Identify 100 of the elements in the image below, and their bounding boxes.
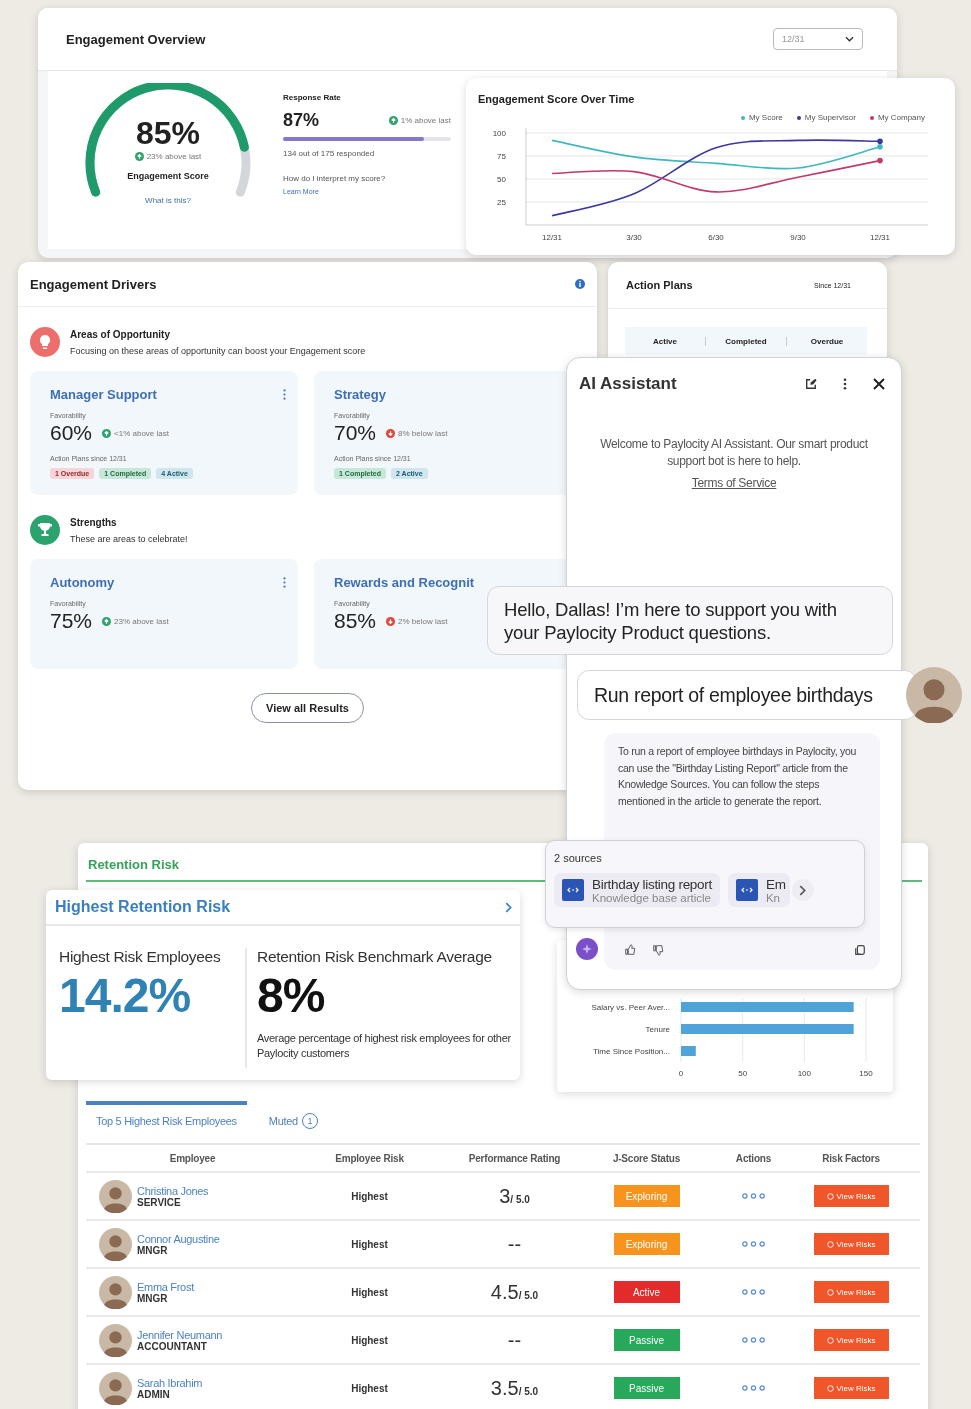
- circle-icon: [826, 1336, 834, 1344]
- section-title: Strengths: [70, 516, 118, 528]
- rating-cell-text: 4.5/ 5.0: [489, 1280, 540, 1304]
- card-title: Action Plans: [626, 279, 693, 291]
- trophy-icon: [30, 515, 60, 545]
- trend-text: <1% above last: [114, 428, 169, 438]
- terms-link[interactable]: Terms of Service: [691, 476, 777, 490]
- driver-title[interactable]: Autonomy: [50, 575, 115, 590]
- gauge-value: 85%: [135, 115, 200, 152]
- axis-tick-label: 50: [497, 175, 506, 184]
- column-header: Completed: [705, 336, 786, 346]
- axis-category-label: Time Since Position...: [592, 1047, 670, 1056]
- rating-cell-text: --: [506, 1232, 523, 1256]
- axis-tick-label: 6/30: [708, 233, 724, 242]
- trend-text: 2% below last: [398, 616, 448, 626]
- source-card[interactable]: Birthday listing report Knowledge base article: [554, 873, 720, 907]
- bot-message: Hello, Dallas! I’m here to support you with your Paylocity Product questions.: [487, 586, 893, 655]
- tab[interactable]: Muted 1: [258, 1101, 328, 1137]
- tab[interactable]: Top 5 Highest Risk Employees: [86, 1101, 247, 1137]
- table-cell-text: Highest: [350, 1382, 389, 1394]
- link-icon: [735, 879, 758, 901]
- help-question: How do I interpret my score?: [283, 174, 387, 183]
- circle-icon: [826, 1240, 834, 1248]
- driver-title[interactable]: Rewards and Recognit: [334, 575, 475, 590]
- status-badge: Exploring: [613, 1233, 680, 1255]
- legend-label: My Company: [877, 113, 925, 122]
- avatar-icon: [99, 1179, 132, 1213]
- employee-name[interactable]: Christina Jones: [137, 1184, 209, 1197]
- metric-title: Response Rate: [283, 93, 342, 102]
- welcome-text: Welcome to Paylocity AI Assistant. Our smart product support bot is here to help.: [599, 436, 869, 470]
- card-title: Engagement Drivers: [30, 276, 157, 292]
- avatar-icon: [99, 1275, 132, 1309]
- view-risks-button[interactable]: View Risks: [813, 1377, 889, 1399]
- employee-name[interactable]: Emma Frost: [137, 1280, 194, 1293]
- rating-cell-text: 3/ 5.0: [498, 1184, 531, 1208]
- employee-role: SERVICE: [137, 1196, 182, 1208]
- stat-note: Average percentage of highest risk employees for other Paylocity customers: [257, 1031, 512, 1061]
- column-header: J-Score Status: [611, 1152, 682, 1164]
- driver-title[interactable]: Manager Support: [50, 387, 157, 402]
- rating-cell-text: 3.5/ 5.0: [489, 1376, 540, 1400]
- legend-label: My Score: [748, 113, 783, 122]
- next-button[interactable]: [791, 879, 814, 901]
- view-results-button[interactable]: View all Results: [251, 693, 364, 723]
- stat-value: 14.2%: [59, 968, 192, 1023]
- source-card[interactable]: Em Kn: [727, 873, 790, 907]
- info-icon[interactable]: [575, 279, 585, 289]
- edit-icon[interactable]: [805, 378, 817, 390]
- table-cell-text: Highest: [350, 1334, 389, 1346]
- status-badge: Passive: [613, 1329, 680, 1351]
- answer-text: To run a report of employee birthdays in Paylocity, you can use the "Birthday Listing Report" article from the Knowledge Sources. You can follow the steps mentioned in the article to generate the report.: [618, 744, 858, 809]
- chart-title: Engagement Score Over Time: [478, 93, 636, 105]
- trend-text: 8% below last: [398, 428, 448, 438]
- axis-tick-label: 75: [497, 152, 506, 161]
- metric-value: 75%: [50, 609, 93, 633]
- panel-title: AI Assistant: [579, 374, 678, 394]
- chevron-right-icon[interactable]: [505, 901, 512, 913]
- axis-tick-label: 3/30: [626, 233, 642, 242]
- view-risks-button[interactable]: View Risks: [813, 1329, 889, 1351]
- help-link[interactable]: What is this?: [145, 196, 191, 205]
- employee-name[interactable]: Sarah Ibrahim: [137, 1376, 203, 1389]
- employee-role: ADMIN: [137, 1388, 171, 1400]
- column-header: Actions: [734, 1152, 773, 1164]
- card-title: Highest Retention Risk: [55, 898, 231, 916]
- rating-cell-text: --: [506, 1328, 523, 1352]
- metric-value: 70%: [334, 421, 377, 445]
- metric-detail: 134 out of 175 responded: [283, 149, 376, 158]
- avatar-icon: [99, 1227, 132, 1261]
- driver-title[interactable]: Strategy: [334, 387, 387, 402]
- circle-icon: [826, 1384, 834, 1392]
- axis-tick-label: 25: [497, 198, 506, 207]
- avatar-icon: [99, 1371, 132, 1405]
- view-risks-button[interactable]: View Risks: [813, 1233, 889, 1255]
- view-risks-button[interactable]: View Risks: [813, 1185, 889, 1207]
- trend-text: 23% above last: [114, 616, 169, 626]
- column-header: Risk Factors: [821, 1152, 881, 1164]
- gauge-label: Engagement Score: [127, 171, 209, 181]
- thumbs-down-icon[interactable]: [652, 944, 664, 956]
- employee-role: MNGR: [137, 1292, 169, 1304]
- copy-icon[interactable]: [854, 944, 866, 956]
- close-icon[interactable]: [873, 378, 885, 390]
- axis-tick-label: 9/30: [790, 233, 806, 242]
- table-cell-text: Highest: [350, 1238, 389, 1250]
- status-badge: Active: [613, 1281, 680, 1303]
- thumbs-up-icon[interactable]: [624, 944, 636, 956]
- date-select[interactable]: 12/31: [773, 28, 863, 50]
- status-badge: Exploring: [613, 1185, 680, 1207]
- stat-value: 8%: [257, 968, 326, 1023]
- employee-name[interactable]: Connor Augustine: [137, 1232, 220, 1245]
- employee-role: MNGR: [137, 1244, 169, 1256]
- axis-tick-label: 12/31: [542, 233, 562, 242]
- data-point: [877, 157, 883, 164]
- employee-name[interactable]: Jennifer Neumann: [137, 1328, 223, 1341]
- view-risks-button[interactable]: View Risks: [813, 1281, 889, 1303]
- metric-value: 60%: [50, 421, 93, 445]
- chevron-down-icon: [845, 36, 854, 42]
- card-title: Engagement Overview: [66, 31, 206, 47]
- link-icon: [562, 879, 584, 901]
- table-cell-text: Highest: [350, 1190, 389, 1202]
- section-title: Areas of Opportunity: [70, 328, 171, 340]
- axis-tick-label: 150: [859, 1069, 873, 1078]
